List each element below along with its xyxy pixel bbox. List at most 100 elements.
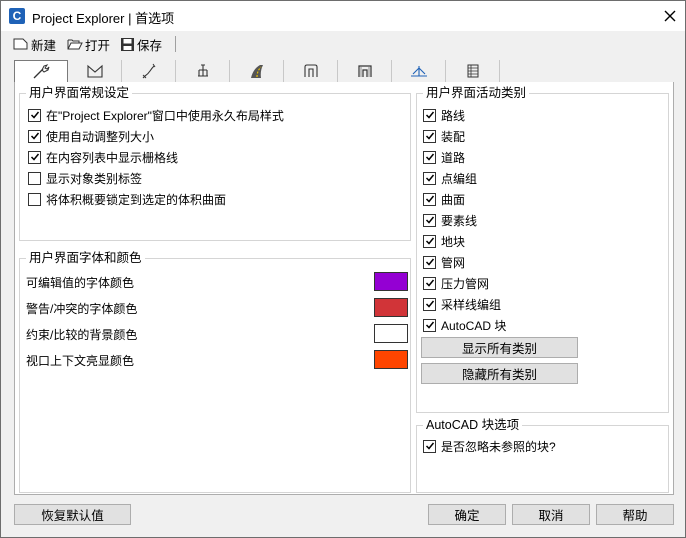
tab-strip [14, 60, 674, 83]
checkbox-box [423, 297, 436, 311]
restore-defaults-button[interactable]: 恢复默认值 [14, 504, 131, 525]
checkbox-label: 地块 [441, 234, 466, 249]
toolbar: 新建 打开 保存 [11, 33, 681, 55]
checkbox-label: 采样线编组 [441, 297, 502, 312]
editable-value-color-row: 可编辑值的字体颜色 [26, 272, 410, 292]
checkbox-box [28, 150, 41, 164]
curve-icon [142, 63, 155, 79]
checkbox-label: 路线 [441, 108, 466, 123]
tab-profile[interactable] [392, 60, 446, 82]
help-button[interactable]: 帮助 [596, 504, 674, 525]
checkmark-icon [425, 279, 434, 287]
color-label: 警告/冲突的字体颜色 [26, 302, 138, 316]
close-icon [664, 10, 676, 22]
checkbox-label: 在内容列表中显示栅格线 [46, 150, 179, 165]
road-icon [250, 65, 263, 78]
open-button[interactable]: 打开 [67, 35, 110, 53]
checkbox-label: 点编组 [441, 171, 478, 186]
checkmark-icon [30, 153, 39, 161]
checkbox-label: 管网 [441, 255, 466, 270]
color-label: 视口上下文亮显颜色 [26, 354, 135, 368]
title-bar: C Project Explorer | 首选项 [1, 1, 685, 31]
checkbox-label: 要素线 [441, 213, 478, 228]
checkbox-label: 道路 [441, 150, 466, 165]
show-category-labels-checkbox[interactable]: 显示对象类别标签 [28, 170, 142, 186]
checkmark-icon [425, 195, 434, 203]
tab-general[interactable] [14, 60, 68, 83]
checkbox-box [423, 255, 436, 269]
folder-open-icon [67, 39, 83, 50]
checkbox-box [423, 150, 436, 164]
checkbox-box [28, 171, 41, 185]
close-button[interactable] [655, 1, 685, 31]
category-pressure-network-checkbox[interactable]: 压力管网 [423, 275, 489, 291]
checkbox-box [423, 108, 436, 122]
checkmark-icon [425, 132, 434, 140]
show-all-categories-button[interactable]: 显示所有类别 [421, 337, 578, 358]
save-button[interactable]: 保存 [120, 35, 162, 53]
checkbox-box [423, 234, 436, 248]
auto-column-size-checkbox[interactable]: 使用自动调整列大小 [28, 128, 154, 144]
color-swatch[interactable] [374, 298, 408, 317]
tab-structure[interactable] [176, 60, 230, 82]
table-icon [467, 64, 478, 78]
category-pipe-network-checkbox[interactable]: 管网 [423, 254, 465, 270]
checkbox-box [423, 318, 436, 332]
checkbox-box [28, 192, 41, 206]
lock-volume-summary-checkbox[interactable]: 将体积概要锁定到选定的体积曲面 [28, 191, 226, 207]
autocad-block-options-title: AutoCAD 块选项 [423, 417, 523, 433]
checkbox-box [423, 192, 436, 206]
persistent-layout-checkbox[interactable]: 在"Project Explorer"窗口中使用永久布局样式 [28, 107, 284, 123]
tab-pipe-network[interactable] [338, 60, 392, 82]
checkbox-label: 显示对象类别标签 [46, 171, 143, 186]
category-parcel-checkbox[interactable]: 地块 [423, 233, 465, 249]
category-alignment-checkbox[interactable]: 路线 [423, 107, 465, 123]
checkbox-label: 压力管网 [441, 276, 490, 291]
checkmark-icon [425, 258, 434, 266]
active-categories-title: 用户界面活动类别 [423, 85, 530, 101]
checkbox-label: 曲面 [441, 192, 466, 207]
general-settings-group: 用户界面常规设定 在"Project Explorer"窗口中使用永久布局样式 … [19, 85, 411, 241]
save-disk-icon [121, 37, 134, 51]
checkmark-icon [30, 111, 39, 119]
category-surface-checkbox[interactable]: 曲面 [423, 191, 465, 207]
color-label: 可编辑值的字体颜色 [26, 276, 135, 290]
viewport-highlight-color-row: 视口上下文亮显颜色 [26, 350, 410, 370]
category-feature-line-checkbox[interactable]: 要素线 [423, 212, 477, 228]
new-button[interactable]: 新建 [13, 35, 56, 53]
checkmark-icon [30, 132, 39, 140]
wrench-icon [33, 64, 50, 79]
checkmark-icon [425, 111, 434, 119]
tab-road[interactable] [230, 60, 284, 82]
constraint-background-color-row: 约束/比较的背景颜色 [26, 324, 410, 344]
checkbox-box [423, 171, 436, 185]
tab-table[interactable] [446, 60, 500, 82]
show-gridlines-checkbox[interactable]: 在内容列表中显示栅格线 [28, 149, 178, 165]
category-autocad-block-checkbox[interactable]: AutoCAD 块 [423, 317, 506, 333]
ok-button[interactable]: 确定 [428, 504, 506, 525]
category-point-group-checkbox[interactable]: 点编组 [423, 170, 477, 186]
color-swatch[interactable] [374, 350, 408, 369]
tab-alignment[interactable] [122, 60, 176, 82]
color-swatch[interactable] [374, 272, 408, 291]
category-sample-line-group-checkbox[interactable]: 采样线编组 [423, 296, 501, 312]
save-label: 保存 [137, 38, 163, 53]
category-assembly-checkbox[interactable]: 装配 [423, 128, 465, 144]
ignore-unreferenced-blocks-checkbox[interactable]: 是否忽略未参照的块? [423, 438, 556, 454]
checkbox-box [423, 129, 436, 143]
checkbox-box [423, 213, 436, 227]
hide-all-categories-button[interactable]: 隐藏所有类别 [421, 363, 578, 384]
fonts-colors-title: 用户界面字体和颜色 [26, 250, 145, 266]
color-label: 约束/比较的背景颜色 [26, 328, 138, 342]
category-corridor-checkbox[interactable]: 道路 [423, 149, 465, 165]
checkmark-icon [425, 300, 434, 308]
fonts-colors-group: 用户界面字体和颜色 可编辑值的字体颜色 警告/冲突的字体颜色 约束/比较的背景颜… [19, 250, 411, 493]
tab-envelope[interactable] [68, 60, 122, 82]
color-swatch[interactable] [374, 324, 408, 343]
new-document-icon [13, 38, 28, 50]
civil3d-app-icon: C [9, 8, 25, 24]
checkbox-box [423, 276, 436, 290]
new-label: 新建 [31, 38, 57, 53]
tab-corridor[interactable] [284, 60, 338, 82]
cancel-button[interactable]: 取消 [512, 504, 590, 525]
